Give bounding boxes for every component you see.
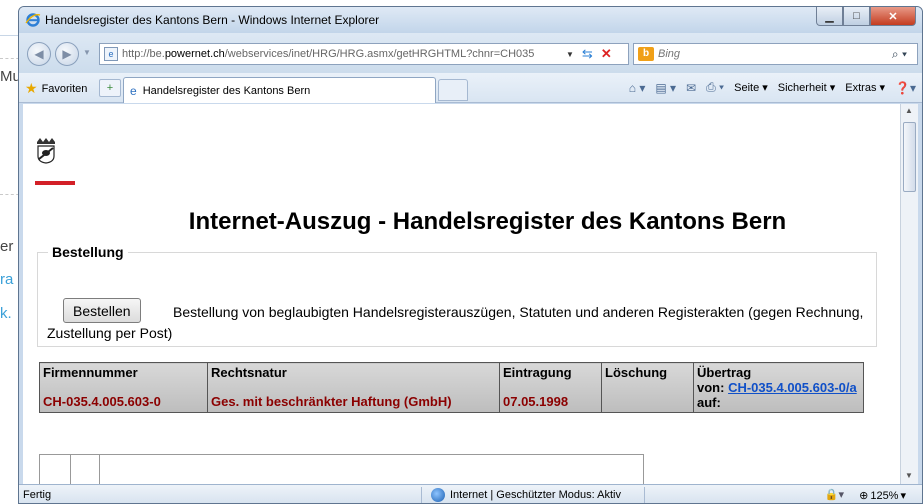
tab-active[interactable]: e Handelsregister des Kantons Bern xyxy=(123,77,436,103)
order-button[interactable]: Bestellen xyxy=(63,298,141,323)
internet-explorer-icon xyxy=(25,13,41,27)
column-header: Übertrag xyxy=(697,365,752,380)
scroll-up-icon[interactable]: ▲ xyxy=(905,106,913,115)
page-icon: e xyxy=(130,83,137,98)
table-cell: Löschung xyxy=(601,362,694,413)
table-cell: Rechtsnatur Ges. mit beschränkter Haftun… xyxy=(207,362,500,413)
address-bar[interactable]: e http://be.powernet.ch/webservices/inet… xyxy=(99,43,629,65)
column-header: Eintragung xyxy=(503,365,572,380)
status-text: Fertig xyxy=(23,489,52,501)
help-icon[interactable]: ❓▾ xyxy=(895,81,916,95)
favorites-label: Favoriten xyxy=(41,82,88,95)
stop-icon[interactable]: ✕ xyxy=(601,46,612,62)
protected-mode-icon[interactable]: 🔒▾ xyxy=(825,488,844,501)
transfer-from-link[interactable]: CH-035.4.005.603-0/a xyxy=(728,380,857,395)
page-title: Internet-Auszug - Handelsregister des Ka… xyxy=(188,208,787,235)
new-tab-button[interactable] xyxy=(438,79,468,101)
transfer-from-label: von: xyxy=(697,380,725,395)
status-divider xyxy=(644,487,645,503)
bing-icon: b xyxy=(638,47,654,61)
title-bar[interactable]: Handelsregister des Kantons Bern - Windo… xyxy=(19,7,922,33)
close-button[interactable]: ✕ xyxy=(870,7,916,26)
address-dropdown-icon[interactable]: ▼ xyxy=(566,50,574,59)
page-menu[interactable]: Seite ▾ xyxy=(734,81,768,94)
order-description: Bestellung von beglaubigten Handelsregis… xyxy=(47,304,864,341)
globe-icon xyxy=(431,488,445,502)
status-divider xyxy=(421,487,422,503)
transfer-to-label: auf: xyxy=(697,395,721,410)
firm-number: CH-035.4.005.603-0 xyxy=(43,394,161,409)
safety-menu[interactable]: Sicherheit ▾ xyxy=(778,81,836,94)
column-header: Rechtsnatur xyxy=(211,365,287,380)
recent-pages-dropdown-icon[interactable]: ▼ xyxy=(83,48,91,57)
bern-coat-of-arms-icon xyxy=(37,138,55,164)
maximize-button[interactable]: □ xyxy=(843,7,870,26)
order-legend: Bestellung xyxy=(48,244,128,260)
star-icon: ★ xyxy=(25,80,38,96)
background-link-fragment[interactable]: ra xyxy=(0,271,13,288)
zoom-control[interactable]: ⊕ 125% ▾ xyxy=(859,489,906,503)
favorites-button[interactable]: ★ Favoriten xyxy=(25,80,87,97)
page-icon: e xyxy=(104,47,118,61)
next-table-column xyxy=(70,455,100,484)
refresh-icon[interactable]: ⇆ xyxy=(582,46,593,62)
table-cell: Firmennummer CH-035.4.005.603-0 xyxy=(39,362,208,413)
security-zone-label: Internet | Geschützter Modus: Aktiv xyxy=(450,489,621,501)
mail-icon[interactable]: ✉ xyxy=(686,81,696,95)
home-icon[interactable]: ⌂ ▾ xyxy=(629,81,646,95)
url-path: /webservices/inet/HRG/HRG.asmx/getHRGHTM… xyxy=(224,48,535,60)
back-button[interactable]: ◀ xyxy=(27,42,51,66)
minimize-button[interactable]: ▁ xyxy=(816,7,843,26)
tab-label: Handelsregister des Kantons Bern xyxy=(142,84,311,97)
forward-button[interactable]: ▶ xyxy=(55,42,79,66)
url-prefix: http://be. xyxy=(122,48,165,60)
url-domain: powernet.ch xyxy=(164,48,225,60)
add-favorite-icon[interactable]: + xyxy=(99,79,121,97)
registration-date: 07.05.1998 xyxy=(503,394,569,409)
zoom-dropdown-icon: ▾ xyxy=(900,490,906,502)
window-title: Handelsregister des Kantons Bern - Windo… xyxy=(45,13,380,27)
address-url[interactable]: http://be.powernet.ch/webservices/inet/H… xyxy=(122,48,562,60)
tools-menu-label: Extras xyxy=(845,82,877,94)
navigation-bar: ◀ ▶ ▼ e http://be.powernet.ch/webservice… xyxy=(19,33,922,73)
zoom-level: 125% xyxy=(870,489,899,502)
background-link-fragment[interactable]: k. xyxy=(0,305,12,322)
command-bar: ⌂ ▾ ▤ ▾ ✉ ⎙ ▾ Seite ▾ Sicherheit ▾ Extra… xyxy=(629,80,916,95)
column-header: Löschung xyxy=(605,365,668,380)
status-bar: Fertig Internet | Geschützter Modus: Akt… xyxy=(19,484,922,503)
next-table-partial xyxy=(39,454,644,484)
search-input[interactable] xyxy=(658,48,878,60)
safety-menu-label: Sicherheit xyxy=(777,82,827,94)
table-cell: Übertrag von: CH-035.4.005.603-0/a auf: xyxy=(693,362,864,413)
table-cell: Eintragung 07.05.1998 xyxy=(499,362,602,413)
browser-window: Handelsregister des Kantons Bern - Windo… xyxy=(18,6,923,504)
tools-menu[interactable]: Extras ▾ xyxy=(845,81,885,94)
register-table: Firmennummer CH-035.4.005.603-0 Rechtsna… xyxy=(39,362,864,413)
page-menu-label: Seite xyxy=(734,82,760,94)
tab-bar: ★ Favoriten + e Handelsregister des Kant… xyxy=(19,73,922,103)
feeds-icon[interactable]: ▤ ▾ xyxy=(655,81,676,95)
window-controls: ▁ □ ✕ xyxy=(816,7,916,27)
print-icon[interactable]: ⎙ ▾ xyxy=(706,80,724,95)
legal-form: Ges. mit beschränkter Haftung (GmbH) xyxy=(211,394,452,409)
accent-bar xyxy=(35,181,75,185)
zoom-icon: ⊕ xyxy=(859,490,869,502)
search-icon[interactable]: ⌕ ▾ xyxy=(892,47,907,62)
page-content: Internet-Auszug - Handelsregister des Ka… xyxy=(23,104,900,484)
background-text-fragment: er xyxy=(0,238,14,255)
vertical-scrollbar[interactable]: ▲ ▼ xyxy=(900,104,918,484)
search-box[interactable]: b ⌕ ▾ xyxy=(633,43,918,65)
scroll-down-icon[interactable]: ▼ xyxy=(905,471,913,480)
column-header: Firmennummer xyxy=(43,365,138,380)
scroll-thumb[interactable] xyxy=(903,122,916,192)
security-zone[interactable]: Internet | Geschützter Modus: Aktiv xyxy=(431,488,621,502)
table-row: Firmennummer CH-035.4.005.603-0 Rechtsna… xyxy=(39,362,864,413)
